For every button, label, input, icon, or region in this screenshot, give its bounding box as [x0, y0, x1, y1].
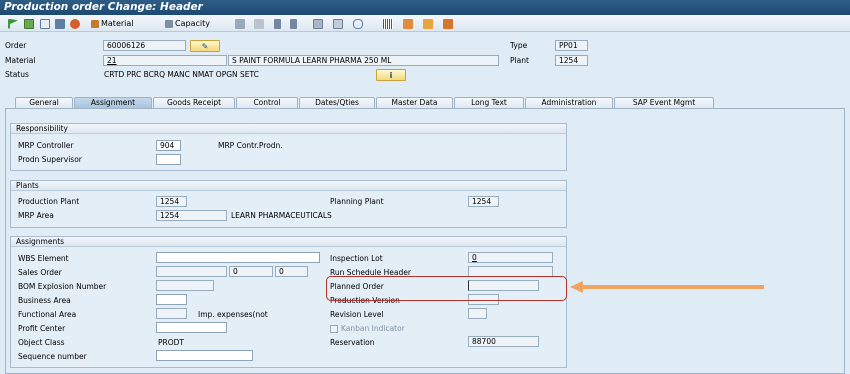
print-preview-icon[interactable] [254, 18, 264, 29]
status-value: CRTD PRC BCRQ MANC NMAT OPGN SETC [104, 70, 259, 79]
order-field[interactable]: 60006126 [103, 40, 186, 51]
material-icon [91, 19, 99, 28]
component-icon[interactable] [70, 18, 80, 29]
grid-icon[interactable] [313, 18, 323, 29]
mrp-area-label: MRP Area [18, 211, 54, 220]
wbs-element-label: WBS Element [18, 254, 69, 263]
planning-plant-field[interactable]: 1254 [468, 196, 499, 207]
sales-order-label: Sales Order [18, 268, 62, 277]
orange-grid-icon[interactable] [443, 18, 453, 29]
inspection-lot-field[interactable]: 0 [468, 252, 553, 263]
tab-sap-event-mgmt[interactable]: SAP Event Mgmt [614, 97, 714, 108]
chart-icon[interactable] [403, 18, 413, 29]
bom-explosion-label: BOM Explosion Number [18, 282, 107, 291]
business-area-label: Business Area [18, 296, 71, 305]
order-label: Order [5, 41, 27, 50]
tab-dates-qties[interactable]: Dates/Qties [299, 97, 375, 108]
status-info-button[interactable]: i [376, 69, 406, 81]
hierarchy-icon[interactable] [274, 18, 281, 29]
type-field[interactable]: PP01 [555, 40, 588, 51]
info-icon: i [389, 70, 393, 80]
business-area-field[interactable] [156, 294, 187, 305]
status-label: Status [5, 70, 29, 79]
tab-long-text[interactable]: Long Text [454, 97, 524, 108]
sequence-number-label: Sequence number [18, 352, 87, 361]
tab-goods-receipt[interactable]: Goods Receipt [153, 97, 235, 108]
material-field[interactable]: 21 [103, 55, 227, 66]
pointer-arrow-icon [570, 281, 764, 293]
application-toolbar: Material Capacity [0, 15, 850, 32]
prodn-supervisor-field[interactable] [156, 154, 181, 165]
edit-order-button[interactable]: ✎ [190, 40, 220, 52]
production-plant-label: Production Plant [18, 197, 80, 206]
document-icon[interactable] [40, 18, 50, 29]
revision-level-label: Revision Level [330, 310, 384, 319]
plant-field[interactable]: 1254 [555, 55, 588, 66]
profit-center-field[interactable] [156, 322, 227, 333]
plants-title: Plants [11, 181, 566, 191]
save-icon[interactable] [55, 18, 65, 29]
prodn-supervisor-label: Prodn Supervisor [18, 155, 82, 164]
object-class-label: Object Class [18, 338, 65, 347]
list-icon[interactable] [290, 18, 297, 29]
profit-center-label: Profit Center [18, 324, 66, 333]
sales-order-schedule-field[interactable]: 0 [275, 266, 308, 277]
tab-control[interactable]: Control [236, 97, 298, 108]
tab-master-data[interactable]: Master Data [376, 97, 453, 108]
functional-area-field[interactable] [156, 308, 187, 319]
capacity-button[interactable]: Capacity [165, 18, 210, 29]
material-description: S PAINT FORMULA LEARN PHARMA 250 ML [228, 55, 499, 66]
window-title: Production order Change: Header [0, 0, 850, 15]
reservation-field[interactable]: 88700 [468, 336, 539, 347]
revision-level-field[interactable] [468, 308, 487, 319]
mrp-area-description: LEARN PHARMACEUTICALS [231, 211, 332, 220]
order-icon[interactable] [24, 18, 34, 29]
cube-icon[interactable] [353, 18, 363, 29]
mrp-controller-field[interactable]: 904 [156, 140, 181, 151]
mrp-controller-label: MRP Controller [18, 141, 74, 150]
plant-label: Plant [510, 56, 529, 65]
sales-order-field[interactable] [156, 266, 227, 277]
network-icon[interactable] [423, 18, 433, 29]
bom-explosion-field[interactable] [156, 280, 214, 291]
wbs-element-field[interactable] [156, 252, 320, 263]
responsibility-group: Responsibility [10, 123, 567, 171]
inspection-lot-label: Inspection Lot [330, 254, 383, 263]
print-icon[interactable] [235, 18, 245, 29]
object-class-value: PRODT [158, 338, 184, 347]
mrp-area-field[interactable]: 1254 [156, 210, 227, 221]
flag-icon[interactable] [8, 18, 18, 29]
planning-plant-label: Planning Plant [330, 197, 384, 206]
sales-order-item-field[interactable]: 0 [229, 266, 273, 277]
pencil-icon: ✎ [201, 41, 209, 51]
kanban-indicator-label: Kanban Indicator [341, 324, 405, 333]
production-plant-field[interactable]: 1254 [156, 196, 187, 207]
responsibility-title: Responsibility [11, 124, 566, 134]
capacity-icon [165, 19, 173, 28]
assignments-title: Assignments [11, 237, 566, 247]
material-label: Material [5, 56, 36, 65]
material-button[interactable]: Material [91, 18, 134, 29]
sequence-number-field[interactable] [156, 350, 253, 361]
tab-administration[interactable]: Administration [525, 97, 613, 108]
reservation-label: Reservation [330, 338, 375, 347]
tab-assignment[interactable]: Assignment [74, 97, 152, 108]
tab-general[interactable]: General [15, 97, 73, 108]
mrp-controller-description: MRP Contr.Prodn. [218, 141, 283, 150]
kanban-checkbox[interactable] [330, 325, 338, 333]
highlight-box [326, 276, 567, 301]
type-label: Type [510, 41, 528, 50]
imp-expenses-label: Imp. expenses(not [198, 310, 268, 319]
barcode-icon[interactable] [383, 18, 393, 29]
functional-area-label: Functional Area [18, 310, 77, 319]
table-icon[interactable] [333, 18, 343, 29]
